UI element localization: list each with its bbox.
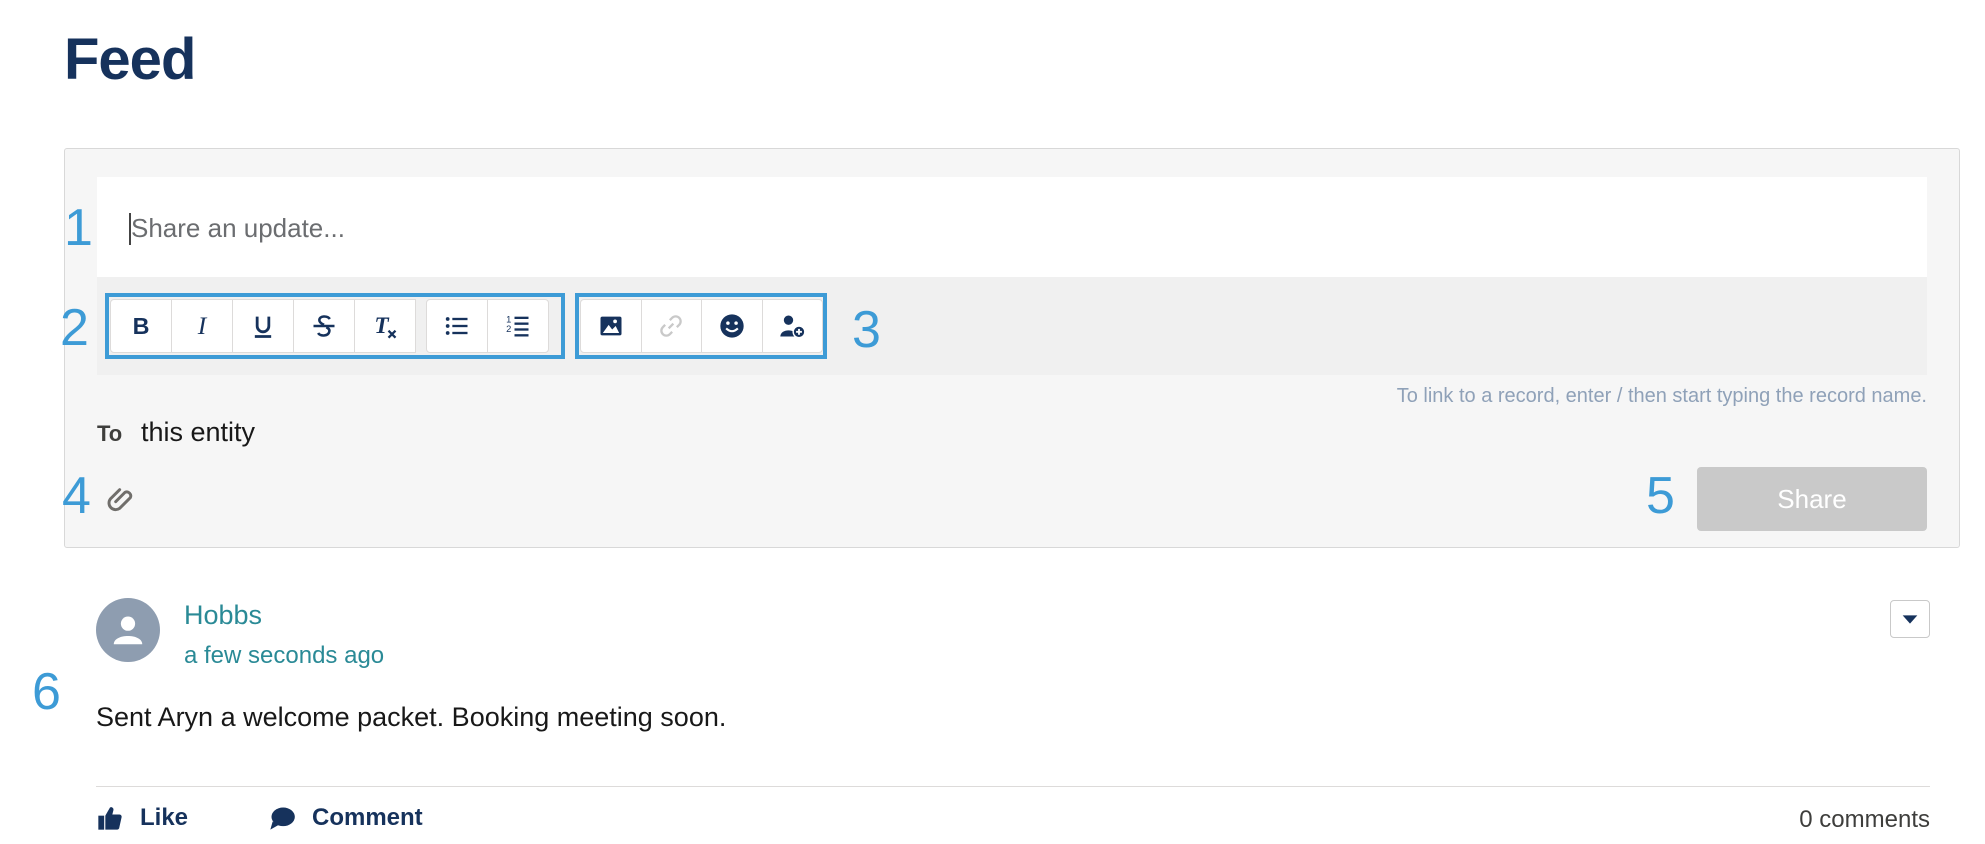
comment-count[interactable]: 0 comments — [1799, 806, 1930, 834]
insert-image-button[interactable] — [580, 299, 642, 353]
svg-text:T: T — [374, 313, 390, 339]
post-body: Sent Aryn a welcome packet. Booking meet… — [96, 702, 727, 732]
svg-text:I: I — [197, 312, 208, 340]
like-button[interactable]: Like — [96, 804, 188, 832]
underline-icon — [254, 316, 272, 338]
callout-5: 5 — [1646, 467, 1675, 525]
record-link-hint: To link to a record, enter / then start … — [1396, 385, 1927, 407]
comment-button[interactable]: Comment — [268, 804, 423, 832]
thumbs-up-icon — [98, 807, 122, 830]
insert-toolbar-group — [575, 293, 827, 359]
numbered-list-button[interactable]: 1 2 — [487, 299, 549, 353]
to-target: this entity — [141, 417, 256, 447]
bold-button[interactable]: B — [110, 299, 172, 353]
feed-post: Hobbs a few seconds ago Sent Aryn a welc… — [0, 590, 1985, 844]
add-user-icon — [780, 315, 806, 339]
remove-formatting-button[interactable]: T — [354, 299, 416, 353]
bold-icon: B — [133, 313, 150, 339]
paperclip-icon — [107, 488, 133, 512]
italic-button[interactable]: I — [171, 299, 233, 353]
underline-button[interactable] — [232, 299, 294, 353]
publisher: Share an update... B I T 1 2 To link to … — [64, 148, 1960, 548]
attach-file-button[interactable] — [105, 483, 137, 515]
share-button[interactable]: Share — [1697, 467, 1927, 531]
update-input[interactable]: Share an update... — [97, 177, 1927, 277]
insert-link-button[interactable] — [640, 299, 702, 353]
svg-text:2: 2 — [506, 324, 511, 334]
bulleted-list-icon — [445, 317, 468, 335]
mention-user-button[interactable] — [761, 299, 823, 353]
post-divider — [96, 786, 1930, 787]
callout-3: 3 — [852, 301, 881, 359]
to-label: To — [97, 421, 123, 446]
image-icon — [600, 316, 622, 336]
post-timestamp-link[interactable]: a few seconds ago — [184, 642, 384, 670]
avatar[interactable] — [96, 598, 160, 662]
post-actions-menu-button[interactable] — [1890, 600, 1930, 638]
link-icon — [660, 315, 683, 337]
comment-icon — [270, 807, 295, 830]
remove-format-icon: T — [374, 313, 397, 339]
rich-text-toolbar: B I T 1 2 — [97, 277, 1927, 375]
user-icon — [113, 616, 143, 645]
italic-icon: I — [197, 312, 208, 340]
svg-text:B: B — [133, 313, 150, 339]
callout-2: 2 — [60, 299, 89, 357]
strikethrough-icon — [313, 315, 335, 337]
callout-4: 4 — [62, 467, 91, 525]
like-label: Like — [140, 804, 189, 831]
bulleted-list-button[interactable] — [426, 299, 488, 353]
emoji-button[interactable] — [701, 299, 763, 353]
numbered-list-icon: 1 2 — [506, 315, 529, 337]
update-placeholder: Share an update... — [131, 213, 345, 243]
strikethrough-button[interactable] — [293, 299, 355, 353]
emoji-icon — [720, 314, 744, 338]
formatting-toolbar-group: B I T 1 2 — [105, 293, 565, 359]
comment-label: Comment — [312, 804, 423, 831]
callout-1: 1 — [64, 199, 93, 257]
page-title: Feed — [64, 27, 196, 92]
feed-page: Feed Share an update... B I T 1 2 To lin… — [0, 0, 1985, 844]
post-author-link[interactable]: Hobbs — [184, 600, 262, 631]
caret-down-icon — [1902, 615, 1918, 624]
